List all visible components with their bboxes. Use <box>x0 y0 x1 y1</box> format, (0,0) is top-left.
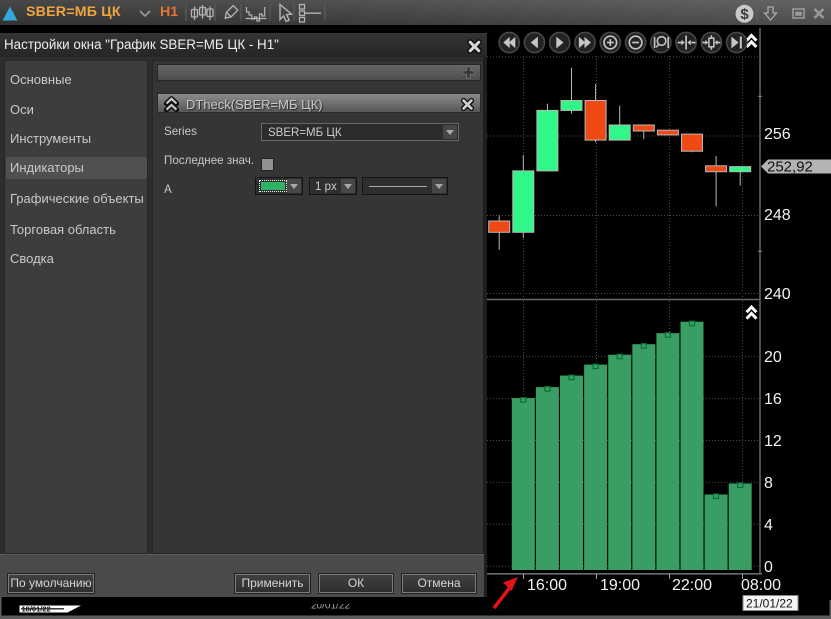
svg-text:16: 16 <box>764 391 782 408</box>
svg-text:4: 4 <box>764 517 773 534</box>
svg-text:08:00: 08:00 <box>741 577 781 594</box>
svg-text:19:00: 19:00 <box>600 577 640 594</box>
svg-text:22:00: 22:00 <box>672 577 712 594</box>
svg-text:248: 248 <box>764 207 791 224</box>
svg-text:16:00: 16:00 <box>527 577 567 594</box>
svg-text:12: 12 <box>764 433 782 450</box>
svg-text:20: 20 <box>764 349 782 366</box>
svg-text:0: 0 <box>764 559 773 576</box>
svg-text:240: 240 <box>764 286 791 303</box>
svg-text:21/01/22: 21/01/22 <box>746 597 793 611</box>
svg-text:256: 256 <box>764 126 791 143</box>
svg-text:$: $ <box>740 6 749 23</box>
svg-text:252,92: 252,92 <box>767 159 813 176</box>
svg-text:8: 8 <box>764 475 773 492</box>
